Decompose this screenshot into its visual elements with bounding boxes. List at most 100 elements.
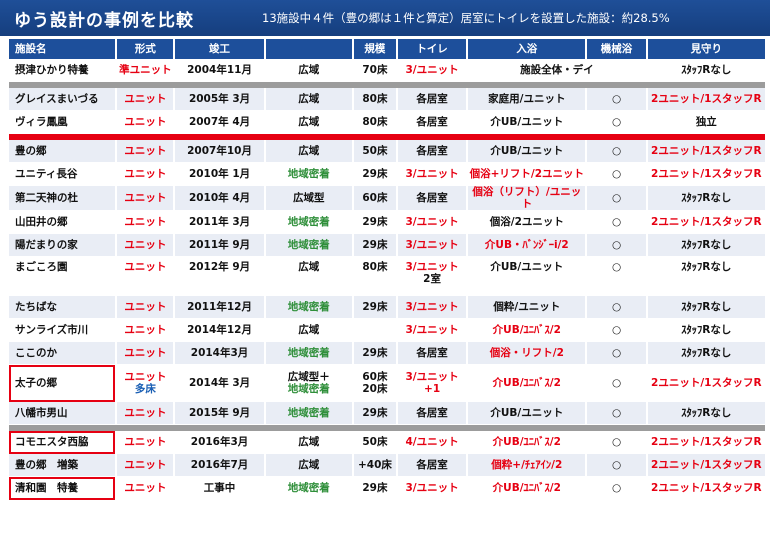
scale-cell: 60床 bbox=[353, 186, 396, 211]
header-format: 形式 bbox=[117, 39, 174, 59]
toilet-cell: 3/ユニット bbox=[397, 319, 467, 342]
scale-cell: 60床 20床 bbox=[353, 365, 396, 402]
format-cell: 準ユニット bbox=[117, 59, 174, 82]
completion-cell: 2007年10月 bbox=[175, 140, 264, 163]
header-toilet: トイレ bbox=[397, 39, 467, 59]
format-cell: ユニット bbox=[117, 163, 174, 186]
bath-cell: 介UB/ユニット bbox=[468, 140, 586, 163]
table-row: 山田井の郷 ユニット 2011年 3月 地域密着 29床 3/ユニット 個浴/2… bbox=[9, 211, 765, 234]
completion-cell: 2014年3月 bbox=[175, 342, 264, 365]
facility-name: 太子の郷 bbox=[9, 365, 116, 402]
completion-cell: 工事中 bbox=[175, 477, 264, 500]
scale-cell: +40床 bbox=[353, 454, 396, 477]
table-row: グレイスまいづる ユニット 2005年 3月 広域 80床 各居室 家庭用/ユニ… bbox=[9, 88, 765, 111]
scale-cell: 29床 bbox=[353, 402, 396, 425]
area-cell: 地域密着 bbox=[265, 342, 352, 365]
monitoring-cell: 2ユニット/1スタッフR bbox=[647, 163, 765, 186]
toilet-cell: 3/ユニット+1 bbox=[397, 365, 467, 402]
table-row: 豊の郷 ユニット 2007年10月 広域 50床 各居室 介UB/ユニット ○ … bbox=[9, 140, 765, 163]
area-cell: 地域密着 bbox=[265, 211, 352, 234]
completion-cell: 2016年7月 bbox=[175, 454, 264, 477]
machine-bath-cell: ○ bbox=[587, 402, 646, 425]
bath-cell: 個粋/ユニット bbox=[468, 296, 586, 319]
table-header-row: 施設名 形式 竣工 規模 トイレ 入浴 機械浴 見守り bbox=[9, 39, 765, 59]
facility-name: 摂津ひかり特養 bbox=[9, 59, 116, 82]
toilet-cell: 3/ユニット bbox=[397, 211, 467, 234]
toilet-cell: 各居室 bbox=[397, 402, 467, 425]
toilet-cell: 3/ユニット bbox=[397, 234, 467, 257]
header-monitoring: 見守り bbox=[647, 39, 765, 59]
bath-cell: 介UB/ﾕﾆﾊﾞｽ/2 bbox=[468, 477, 586, 500]
format-line-1: ユニット bbox=[124, 371, 167, 383]
area-cell: 地域密着 bbox=[265, 163, 352, 186]
machine-bath-cell: ○ bbox=[587, 319, 646, 342]
facility-name: サンライズ市川 bbox=[9, 319, 116, 342]
format-cell: ユニット bbox=[117, 257, 174, 296]
bath-cell: 介UB/ﾕﾆﾊﾞｽ/2 bbox=[468, 365, 586, 402]
area-cell: 広域 bbox=[265, 88, 352, 111]
bath-cell: 個粋+/ﾁｪｱｲﾝ/2 bbox=[468, 454, 586, 477]
machine-bath-cell: ○ bbox=[587, 186, 646, 211]
facility-name: たちばな bbox=[9, 296, 116, 319]
facility-name: グレイスまいづる bbox=[9, 88, 116, 111]
header-facility-name: 施設名 bbox=[9, 39, 116, 59]
monitoring-cell: 2ユニット/1スタッフR bbox=[647, 211, 765, 234]
format-cell: ユニット bbox=[117, 234, 174, 257]
bath-cell: 家庭用/ユニット bbox=[468, 88, 586, 111]
facility-name: ここのか bbox=[9, 342, 116, 365]
toilet-line-2: 2室 bbox=[423, 273, 441, 285]
completion-cell: 2014年12月 bbox=[175, 319, 264, 342]
scale-line-1: 60床 bbox=[362, 371, 388, 383]
bath-cell: 介UB/ﾕﾆﾊﾞｽ/2 bbox=[468, 319, 586, 342]
bath-cell: 介UB/ユニット bbox=[468, 257, 586, 296]
monitoring-cell: ｽﾀｯﾌRなし bbox=[647, 59, 765, 82]
toilet-cell: 各居室 bbox=[397, 111, 467, 134]
scale-cell: 80床 bbox=[353, 111, 396, 134]
toilet-cell: 3/ユニット bbox=[397, 163, 467, 186]
area-cell: 地域密着 bbox=[265, 402, 352, 425]
facility-name: コモエスタ西脇 bbox=[9, 431, 116, 454]
machine-bath-cell: ○ bbox=[587, 365, 646, 402]
format-cell: ユニット bbox=[117, 186, 174, 211]
machine-bath-cell: ○ bbox=[587, 296, 646, 319]
monitoring-cell: 2ユニット/1スタッフR bbox=[647, 454, 765, 477]
completion-cell: 2007年 4月 bbox=[175, 111, 264, 134]
machine-bath-cell: ○ bbox=[587, 163, 646, 186]
scale-cell: 80床 bbox=[353, 88, 396, 111]
title-bar: ゆう設計の事例を比較 13施設中４件（豊の郷は１件と算定）居室にトイレを設置した… bbox=[0, 0, 770, 36]
table-row: 第二天神の杜 ユニット 2010年 4月 広域型 60床 各居室 個浴（リフト）… bbox=[9, 186, 765, 211]
scale-cell: 50床 bbox=[353, 140, 396, 163]
bath-cell: 介UB/ユニット bbox=[468, 402, 586, 425]
completion-cell: 2014年 3月 bbox=[175, 365, 264, 402]
machine-bath-cell: ○ bbox=[587, 211, 646, 234]
facility-name: 陽だまりの家 bbox=[9, 234, 116, 257]
scale-cell: 50床 bbox=[353, 431, 396, 454]
machine-bath-cell: ○ bbox=[587, 477, 646, 500]
area-line-2: 地域密着 bbox=[287, 383, 330, 395]
format-cell: ユニット bbox=[117, 431, 174, 454]
monitoring-cell: ｽﾀｯﾌRなし bbox=[647, 296, 765, 319]
table-row: サンライズ市川 ユニット 2014年12月 広域 3/ユニット 介UB/ﾕﾆﾊﾞ… bbox=[9, 319, 765, 342]
completion-cell: 2012年 9月 bbox=[175, 257, 264, 296]
facility-name: 第二天神の杜 bbox=[9, 186, 116, 211]
area-cell: 地域密着 bbox=[265, 296, 352, 319]
toilet-cell: 3/ユニット bbox=[397, 59, 467, 82]
table-row: ヴィラ鳳凰 ユニット 2007年 4月 広域 80床 各居室 介UB/ユニット … bbox=[9, 111, 765, 134]
monitoring-cell: ｽﾀｯﾌRなし bbox=[647, 186, 765, 211]
scale-cell: 29床 bbox=[353, 234, 396, 257]
bath-cell: 個浴+リフト/2ユニット bbox=[468, 163, 586, 186]
completion-cell: 2004年11月 bbox=[175, 59, 264, 82]
machine-bath-cell: ○ bbox=[587, 140, 646, 163]
scale-line-2: 20床 bbox=[362, 383, 388, 395]
toilet-cell: 各居室 bbox=[397, 454, 467, 477]
monitoring-cell: ｽﾀｯﾌRなし bbox=[647, 342, 765, 365]
table-row: まごころ園 ユニット 2012年 9月 広域 80床 3/ユニット 2室 介UB… bbox=[9, 257, 765, 296]
machine-bath-cell: ○ bbox=[587, 88, 646, 111]
comparison-table: 施設名 形式 竣工 規模 トイレ 入浴 機械浴 見守り 摂津ひかり特養 準ユニッ… bbox=[7, 39, 767, 500]
table-row: ここのか ユニット 2014年3月 地域密着 29床 各居室 個浴・リフト/2 … bbox=[9, 342, 765, 365]
area-cell: 広域 bbox=[265, 257, 352, 296]
format-cell: ユニット bbox=[117, 342, 174, 365]
monitoring-cell: 2ユニット/1スタッフR bbox=[647, 365, 765, 402]
area-cell: 広域 bbox=[265, 59, 352, 82]
area-cell: 地域密着 bbox=[265, 234, 352, 257]
